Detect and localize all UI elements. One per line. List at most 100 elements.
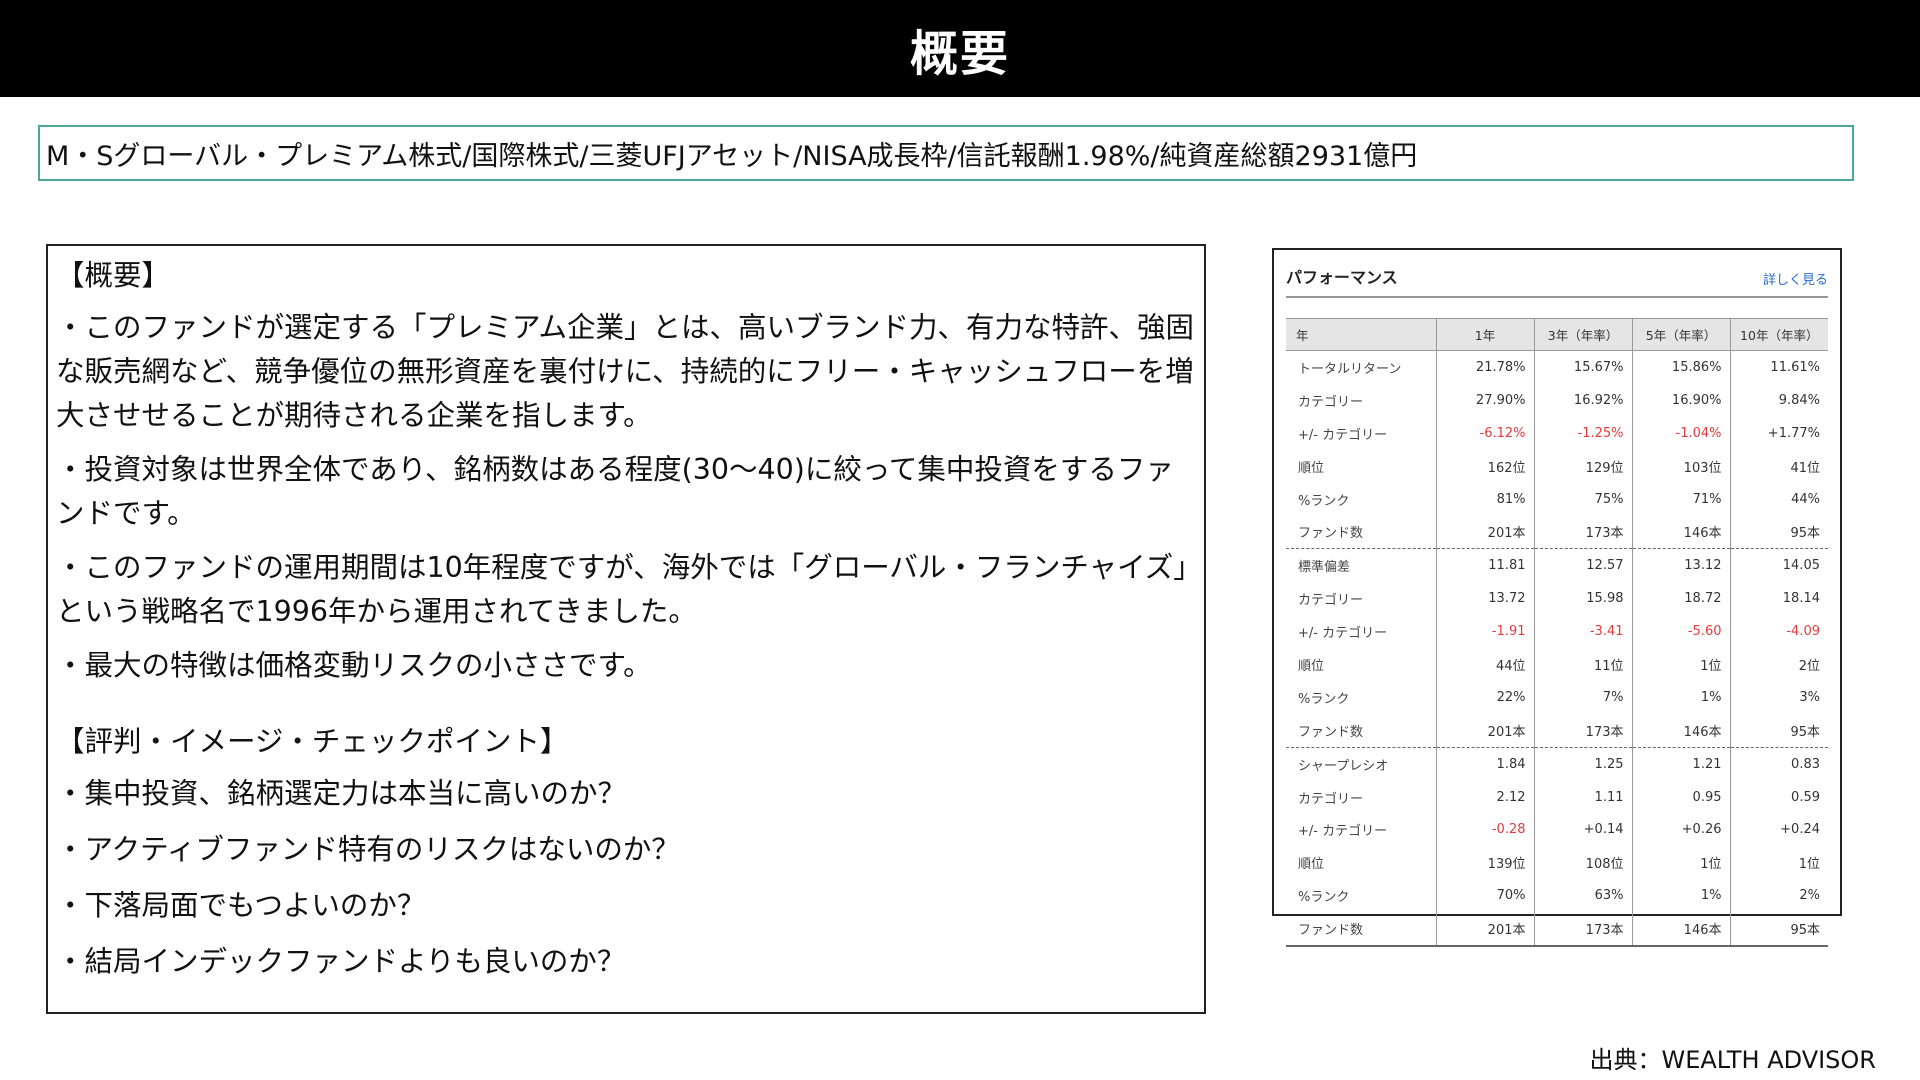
table-cell: 1位: [1631, 846, 1730, 880]
fund-info-bar: M・Sグローバル・プレミアム株式/国際株式/三菱UFJアセット/NISA成長枠/…: [38, 125, 1854, 181]
reputation-heading: 【評判・イメージ・チェックポイント】: [56, 725, 569, 758]
table-cell: 146本: [1631, 912, 1730, 947]
table-row: %ランク 81% 75% 71% 44%: [1286, 482, 1828, 516]
table-cell: 22%: [1435, 680, 1534, 714]
table-cell: 1位: [1631, 648, 1730, 681]
table-row: カテゴリー 2.12 1.11 0.95 0.59: [1286, 780, 1828, 814]
row-label: ファンド数: [1298, 724, 1364, 740]
performance-table-body: トータルリターン 21.78% 15.67% 15.86% 11.61% カテゴリー 27.…: [1286, 350, 1828, 947]
table-cell: 103位: [1631, 449, 1730, 483]
column-header: 年: [1286, 318, 1436, 351]
table-cell: -4.09: [1729, 615, 1828, 649]
table-cell: 81%: [1435, 482, 1534, 516]
row-label: 順位: [1298, 658, 1325, 674]
table-row: +/- カテゴリー -6.12% -1.25% -1.04% +1.77%: [1286, 416, 1828, 450]
details-link[interactable]: 詳しく見る: [1763, 269, 1828, 288]
table-cell: -1.04%: [1631, 416, 1730, 450]
table-row: 順位 162位 129位 103位 41位: [1286, 449, 1828, 483]
performance-table: 年 1年 3年（年率） 5年（年率） 10年（年率） トータルリターン 21.78…: [1286, 318, 1828, 948]
row-label: カテゴリー: [1298, 791, 1364, 807]
table-cell: 2位: [1729, 648, 1828, 681]
table-cell: 16.90%: [1631, 383, 1730, 417]
column-header: 5年（年率）: [1631, 318, 1730, 351]
table-cell: -6.12%: [1435, 416, 1534, 450]
table-cell: 95本: [1729, 912, 1828, 947]
performance-panel: パフォーマンス 詳しく見る 年 1年 3年（年率） 5年（年率） 10年（年率）…: [1272, 248, 1842, 948]
table-cell: +0.14: [1533, 813, 1632, 847]
table-cell: 18.72: [1631, 582, 1730, 616]
table-cell: 15.67%: [1533, 350, 1632, 384]
overview-box: 【概要】 ・このファンドが選定する「プレミアム企業」とは、高いブランド力、有力な…: [46, 244, 1206, 1014]
table-header-row: 年 1年 3年（年率） 5年（年率） 10年（年率）: [1286, 318, 1828, 351]
table-cell: 1.21: [1631, 746, 1730, 781]
table-row: ファンド数 201本 173本 146本 95本: [1286, 713, 1828, 748]
row-label: %ランク: [1298, 493, 1350, 509]
table-cell: 146本: [1631, 713, 1730, 748]
table-cell: 44%: [1729, 482, 1828, 516]
column-header: 3年（年率）: [1533, 318, 1632, 351]
row-label: ファンド数: [1298, 526, 1364, 542]
table-cell: 173本: [1533, 713, 1632, 748]
table-row: ファンド数 201本 173本 146本 95本: [1286, 912, 1828, 947]
table-cell: 15.86%: [1631, 350, 1730, 384]
title-bar: 概要: [0, 0, 1920, 97]
table-cell: 41位: [1729, 449, 1828, 483]
source-credit: 出典：WEALTH ADVISOR: [1589, 1046, 1877, 1074]
table-cell: +0.24: [1729, 813, 1828, 847]
table-cell: +0.26: [1631, 813, 1730, 847]
row-label: シャープレシオ: [1286, 746, 1436, 781]
table-cell: 11.81: [1435, 548, 1534, 583]
table-row: +/- カテゴリー -0.28 +0.14 +0.26 +0.24: [1286, 813, 1828, 847]
checkpoint-item: ・アクティブファンド特有のリスクはないのか？: [56, 833, 680, 866]
performance-title: パフォーマンス: [1286, 268, 1398, 287]
overview-paragraph: ・投資対象は世界全体であり、銘柄数はある程度(30〜40)に絞って集中投資をする…: [56, 453, 1174, 530]
table-cell: 63%: [1533, 879, 1632, 913]
table-cell: 11.61%: [1729, 350, 1828, 384]
table-cell: 129位: [1533, 449, 1632, 483]
row-label: トータルリターン: [1298, 361, 1402, 377]
row-label: 順位: [1298, 460, 1325, 476]
performance-header: パフォーマンス 詳しく見る: [1286, 258, 1828, 298]
table-cell: 13.72: [1435, 582, 1534, 616]
table-cell: 173本: [1533, 912, 1632, 947]
table-cell: 139位: [1435, 846, 1534, 880]
table-cell: 11位: [1533, 648, 1632, 681]
row-label: +/- カテゴリー: [1298, 824, 1388, 840]
table-cell: 0.95: [1631, 780, 1730, 814]
table-cell: 70%: [1435, 879, 1534, 913]
table-row: %ランク 22% 7% 1% 3%: [1286, 680, 1828, 714]
table-row: シャープレシオ 1.84 1.25 1.21 0.83: [1286, 746, 1828, 781]
row-label: ファンド数: [1298, 923, 1364, 939]
row-label: %ランク: [1298, 890, 1350, 906]
table-cell: -3.41: [1533, 615, 1632, 649]
table-cell: -0.28: [1435, 813, 1534, 847]
column-header: 1年: [1435, 318, 1534, 351]
table-cell: 9.84%: [1729, 383, 1828, 417]
table-cell: 12.57: [1533, 548, 1632, 583]
table-row: 順位 139位 108位 1位 1位: [1286, 846, 1828, 880]
table-cell: 173本: [1533, 515, 1632, 549]
table-cell: 95本: [1729, 713, 1828, 748]
overview-heading: 【概要】: [56, 259, 171, 292]
table-cell: 44位: [1435, 648, 1534, 681]
table-cell: 1%: [1631, 879, 1730, 913]
table-cell: 2%: [1729, 879, 1828, 913]
table-row: カテゴリー 27.90% 16.92% 16.90% 9.84%: [1286, 383, 1828, 417]
table-row: カテゴリー 13.72 15.98 18.72 18.14: [1286, 582, 1828, 616]
fund-info-text: M・Sグローバル・プレミアム株式/国際株式/三菱UFJアセット/NISA成長枠/…: [46, 140, 1418, 172]
table-cell: 162位: [1435, 449, 1534, 483]
table-cell: -1.25%: [1533, 416, 1632, 450]
table-cell: 1.11: [1533, 780, 1632, 814]
overview-paragraph: ・このファンドの運用期間は10年程度ですが、海外では「グローバル・フランチャイズ…: [56, 551, 1188, 628]
row-label: 順位: [1298, 857, 1325, 873]
row-label: カテゴリー: [1298, 394, 1364, 410]
table-cell: 21.78%: [1435, 350, 1534, 384]
table-cell: -5.60: [1631, 615, 1730, 649]
table-cell: 146本: [1631, 515, 1730, 549]
table-cell: 201本: [1435, 912, 1534, 947]
table-cell: 1.25: [1533, 746, 1632, 781]
table-cell: 0.59: [1729, 780, 1828, 814]
table-row: トータルリターン 21.78% 15.67% 15.86% 11.61%: [1286, 350, 1828, 384]
table-cell: 18.14: [1729, 582, 1828, 616]
